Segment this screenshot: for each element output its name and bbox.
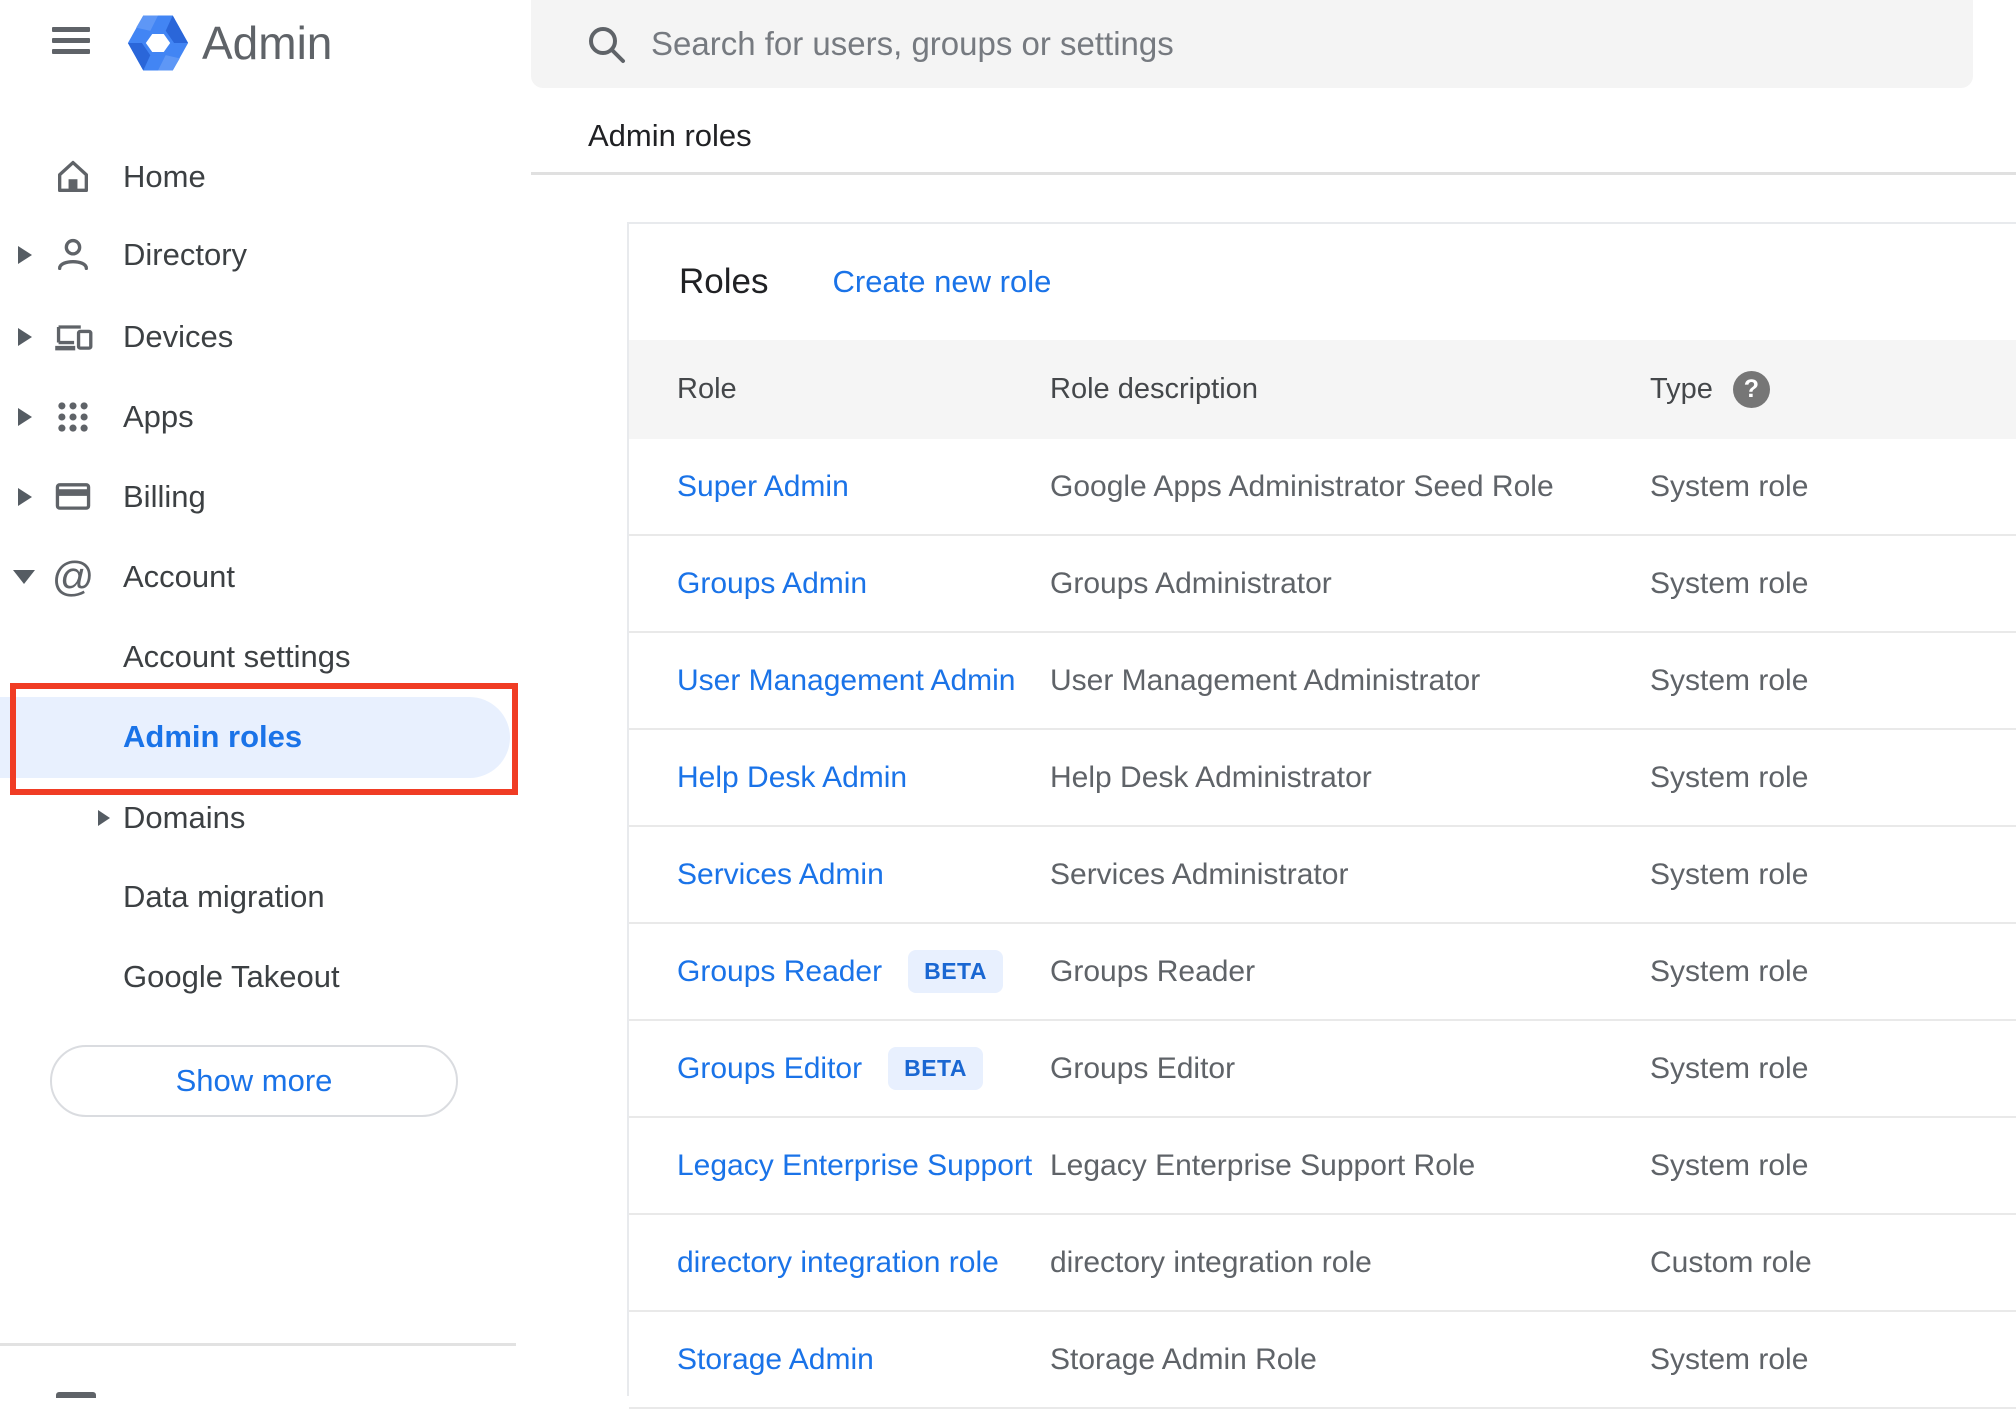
table-row: Legacy Enterprise Support Legacy Enterpri… [629,1118,2016,1215]
home-icon [53,157,93,197]
role-type: System role [1650,469,1809,503]
role-description: directory integration role [1050,1245,1372,1279]
role-link[interactable]: Help Desk Admin [677,761,907,794]
roles-table-body: Super Admin Google Apps Administrator See… [629,439,2016,1409]
sidebar-item-label: Devices [123,319,234,354]
role-link[interactable]: Storage Admin [677,1343,874,1376]
table-row: Groups Admin Groups Administrator System r… [629,536,2016,633]
app-title: Admin [202,17,333,69]
expand-arrow-icon[interactable] [18,408,32,426]
role-type: System role [1650,1342,1809,1376]
sidebar-item-label: Domains [123,800,246,835]
table-row: Super Admin Google Apps Administrator See… [629,439,2016,536]
expand-arrow-icon[interactable] [18,488,32,506]
sidebar-item-label: Home [123,159,206,194]
role-type: Custom role [1650,1245,1812,1279]
table-header-row: Role Role description Type ? [629,340,2016,439]
column-header-description: Role description [1050,373,1258,405]
sidebar-item-billing[interactable]: Billing [0,457,531,537]
create-new-role-link[interactable]: Create new role [832,264,1051,300]
table-row: Help Desk Admin Help Desk Administrator Sy… [629,730,2016,827]
column-header-role: Role [677,373,737,405]
sidebar-item-devices[interactable]: Devices [0,297,531,377]
help-icon[interactable]: ? [1732,371,1770,408]
role-link[interactable]: User Management Admin [677,664,1016,697]
table-row: User Management Admin User Management Adm… [629,633,2016,730]
role-link[interactable]: Legacy Enterprise Support [677,1149,1032,1182]
role-link[interactable]: Groups Admin [677,567,867,600]
sidebar-item-directory[interactable]: Directory [0,215,531,295]
sidebar-item-label: Data migration [123,879,325,914]
sidebar-item-google-takeout[interactable]: Google Takeout [0,937,531,1017]
expand-arrow-icon[interactable] [98,810,110,826]
collapse-arrow-icon[interactable] [13,570,35,584]
role-description: Groups Administrator [1050,566,1332,600]
search-icon [589,27,625,63]
role-type: System role [1650,857,1809,891]
sidebar-item-label: Account [123,559,236,594]
sidebar-item-label: Apps [123,399,194,434]
role-type: System role [1650,1148,1809,1182]
devices-icon [53,317,93,357]
table-row: Storage Admin Storage Admin Role System ro… [629,1312,2016,1409]
role-type: System role [1650,1051,1809,1085]
role-type: System role [1650,760,1809,794]
role-description: Help Desk Administrator [1050,760,1372,794]
credit-card-icon [53,477,93,517]
person-icon [53,235,93,275]
menu-icon[interactable] [52,27,90,59]
sidebar-item-data-migration[interactable]: Data migration [0,857,531,937]
table-row: Services Admin Services Administrator Syst… [629,827,2016,924]
beta-badge: BETA [888,1047,983,1090]
role-link[interactable]: Services Admin [677,858,884,891]
role-link[interactable]: Super Admin [677,470,849,503]
role-description: Groups Reader [1050,954,1256,988]
show-more-button[interactable]: Show more [50,1045,458,1117]
roles-card: Roles Create new role Role Role descript… [627,222,2016,1409]
role-type: System role [1650,663,1809,697]
role-description: Google Apps Administrator Seed Role [1050,469,1554,503]
expand-arrow-icon[interactable] [18,328,32,346]
apps-grid-icon [53,397,93,437]
role-link[interactable]: Groups Reader [677,955,882,988]
sidebar-item-label: Account settings [123,639,351,674]
clipped-icon [56,1392,96,1398]
search-placeholder: Search for users, groups or settings [651,25,1174,62]
sidebar-item-label: Billing [123,479,206,514]
search-input[interactable]: Search for users, groups or settings [531,0,1973,88]
table-row: Groups Editor BETA Groups Editor System rol… [629,1021,2016,1118]
role-link[interactable]: Groups Editor [677,1052,862,1085]
expand-arrow-icon[interactable] [18,246,32,264]
sidebar-item-home[interactable]: Home [0,137,531,217]
sidebar-item-label: Directory [123,237,248,272]
header-divider [531,172,2016,175]
role-description: Legacy Enterprise Support Role [1050,1148,1476,1182]
role-type: System role [1650,566,1809,600]
role-link[interactable]: directory integration role [677,1246,999,1279]
at-sign-icon: @ [51,553,95,600]
role-description: Storage Admin Role [1050,1342,1317,1376]
role-description: User Management Administrator [1050,663,1481,697]
column-header-type: Type [1650,373,1713,405]
role-description: Services Administrator [1050,857,1349,891]
table-row: Groups Reader BETA Groups Reader System rol… [629,924,2016,1021]
sidebar-divider [0,1343,516,1346]
sidebar-item-domains[interactable]: Domains [0,778,531,858]
card-title: Roles [679,262,769,301]
breadcrumb: Admin roles [588,118,752,153]
sidebar-item-account[interactable]: @ Account [0,537,531,617]
sidebar-item-apps[interactable]: Apps [0,377,531,457]
role-description: Groups Editor [1050,1051,1236,1085]
table-row: directory integration role directory inte… [629,1215,2016,1312]
beta-badge: BETA [908,950,1004,993]
sidebar-item-label: Google Takeout [123,959,340,994]
role-type: System role [1650,954,1809,988]
admin-logo-icon [127,15,189,71]
